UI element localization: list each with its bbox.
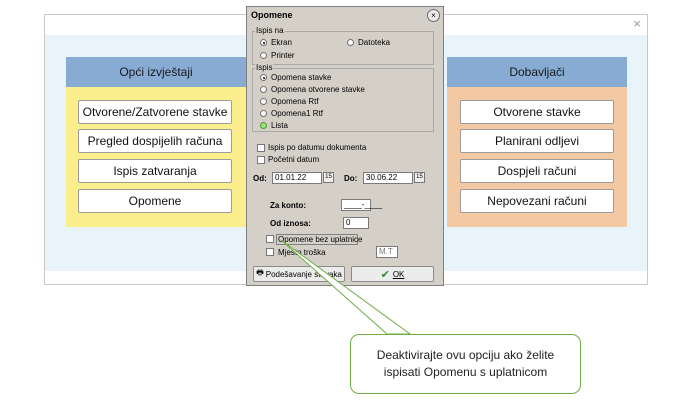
ok-label: OK [392,269,405,279]
radio-reminder1-rtf[interactable] [260,110,267,117]
reminders-dialog: Opomene × Ispis na Ekran Datoteka Printe… [246,6,444,286]
item-settings-button[interactable]: 🖶 Podešavanje stavaka [253,266,345,282]
radio-printer[interactable] [260,52,267,59]
date-from-input[interactable]: 01.01.22 [272,172,322,184]
checkbox-reminders-without-payslip[interactable] [266,235,274,243]
date-to-input[interactable]: 30.06.22 [363,172,413,184]
radio-printer-label: Printer [271,51,295,60]
dialog-titlebar: Opomene × [247,7,443,23]
radio-file[interactable] [347,39,354,46]
checkbox-cost-center[interactable] [266,248,274,256]
account-label: Za konto: [270,201,306,210]
general-reports-header: Opći izvještaji [66,57,246,87]
due-invoices-button[interactable]: Pregled dospijelih računa [78,129,232,153]
instruction-callout: Deaktivirajte ovu opciju ako želite ispi… [350,334,581,394]
dialog-close-icon[interactable]: × [427,9,440,22]
radio-reminder1-rtf-label: Opomena1 Rtf [271,109,324,118]
print-type-group-title: Ispis [255,63,274,72]
min-amount-input[interactable]: 0 [343,217,369,229]
unlinked-invoices-button[interactable]: Nepovezani računi [460,189,614,213]
item-settings-label: Podešavanje stavaka [265,269,342,279]
checkmark-icon: ✔ [380,268,390,281]
checkbox-start-date-label: Početni datum [268,155,320,164]
callout-line-2: ispisati Opomenu s uplatnicom [383,365,548,379]
closing-print-button[interactable]: Ispis zatvaranja [78,159,232,183]
reminders-button[interactable]: Opomene [78,189,232,213]
checkbox-cost-center-label: Mjesto troška [278,248,326,257]
checkbox-reminders-without-payslip-label: Opomene bez uplatnice [278,235,363,244]
checkbox-print-by-doc-date[interactable] [257,144,265,152]
checkbox-start-date[interactable] [257,156,265,164]
open-closed-items-button[interactable]: Otvorene/Zatvorene stavke [78,100,232,124]
radio-file-label: Datoteka [358,38,391,47]
close-icon[interactable]: × [633,16,641,31]
radio-reminder-items[interactable] [260,74,267,81]
printer-icon: 🖶 [256,268,264,277]
checkbox-print-by-doc-date-label: Ispis po datumu dokumenta [268,143,367,152]
date-from-label: Od: [253,174,267,183]
date-from-calendar-icon[interactable]: 15 [323,172,334,183]
radio-reminder-rtf-label: Opomena Rtf [271,97,319,106]
radio-list-label: Lista [271,121,288,130]
radio-reminder-open-items-label: Opomena otvorene stavke [271,85,365,94]
callout-line-1: Deaktivirajte ovu opciju ako želite [376,348,555,362]
radio-list[interactable] [260,122,267,129]
min-amount-label: Od iznosa: [270,219,311,228]
radio-screen-label: Ekran [271,38,292,47]
suppliers-header: Dobavljači [447,57,627,87]
cost-center-input[interactable]: M.T [376,246,398,258]
dialog-title: Opomene [251,10,293,20]
account-input[interactable]: ____-____ [341,199,382,211]
date-to-calendar-icon[interactable]: 15 [414,172,425,183]
radio-reminder-open-items[interactable] [260,86,267,93]
planned-outflows-button[interactable]: Planirani odljevi [460,129,614,153]
date-to-label: Do: [344,174,358,183]
ok-button[interactable]: ✔ OK [351,266,434,282]
supplier-open-items-button[interactable]: Otvorene stavke [460,100,614,124]
supplier-due-invoices-button[interactable]: Dospjeli računi [460,159,614,183]
radio-screen[interactable] [260,39,267,46]
output-target-group-title: Ispis na [255,26,285,35]
radio-reminder-items-label: Opomena stavke [271,73,332,82]
radio-reminder-rtf[interactable] [260,98,267,105]
